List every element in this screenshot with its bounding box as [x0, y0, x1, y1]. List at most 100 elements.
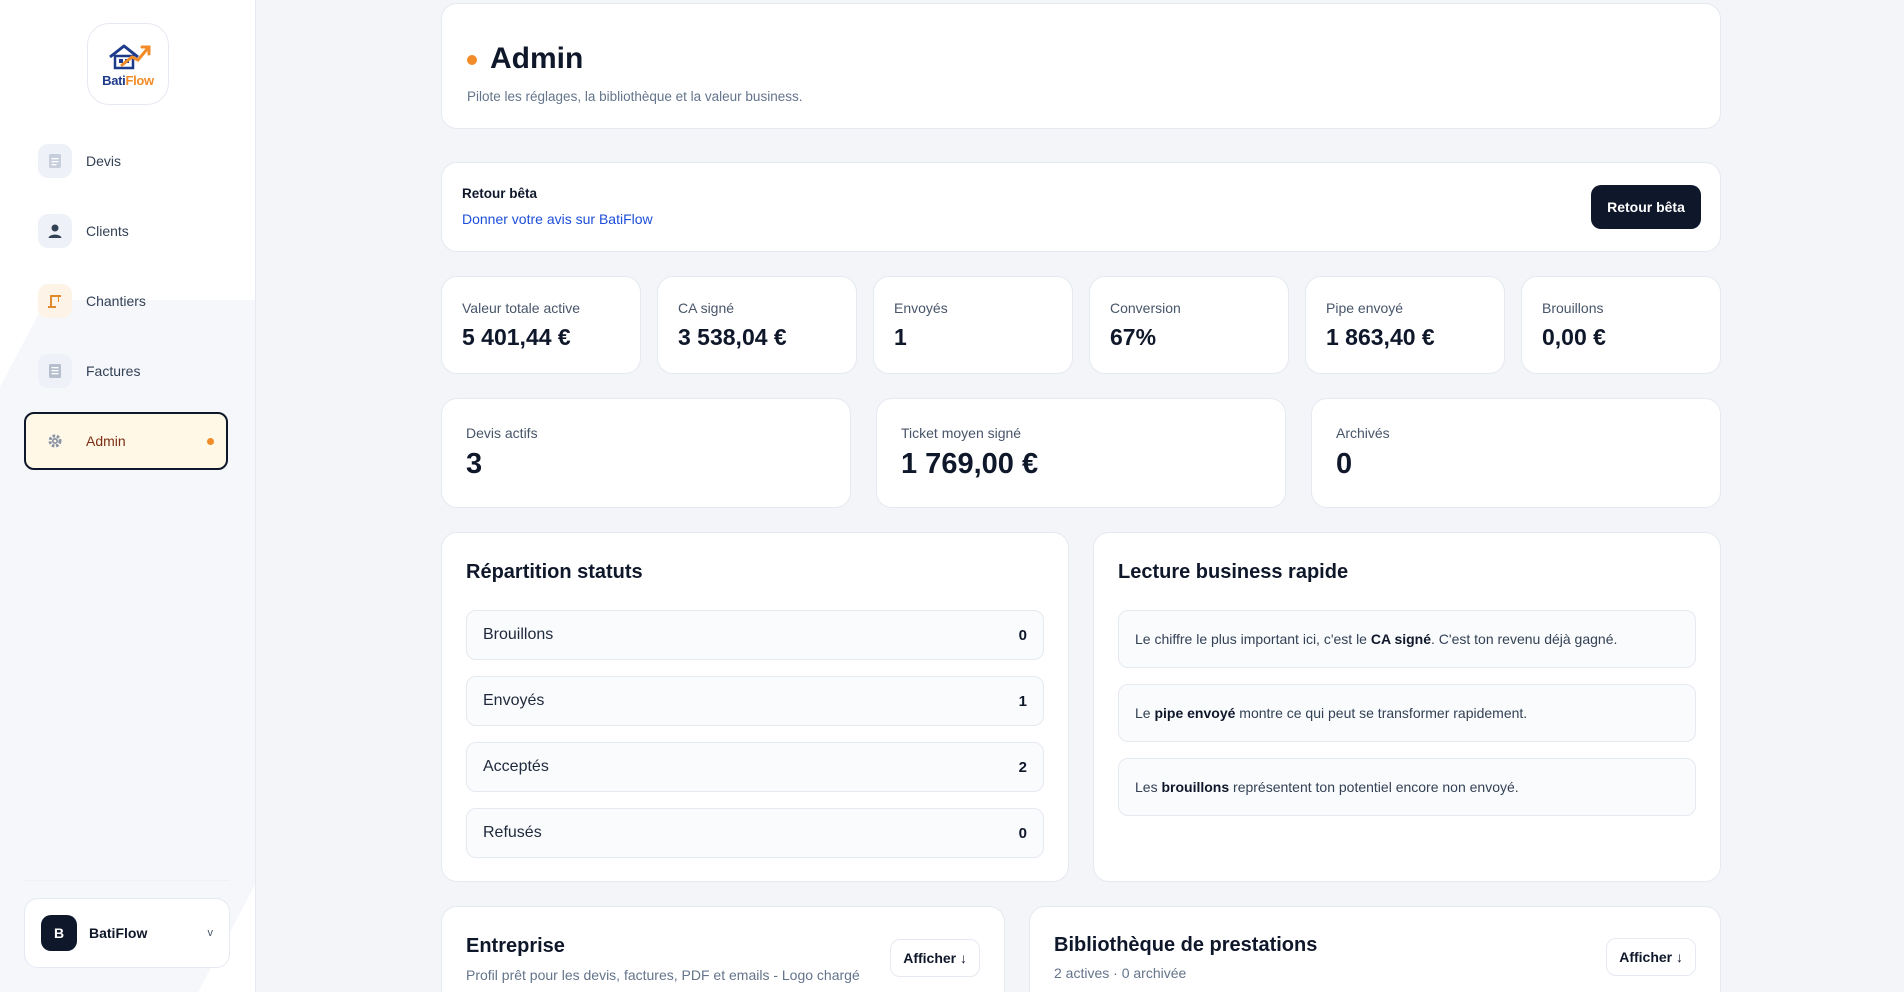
active-indicator-dot: [207, 438, 214, 445]
status-count: 0: [1018, 824, 1027, 842]
sidebar-item-admin[interactable]: Admin: [24, 412, 228, 470]
insight-highlight: brouillons: [1161, 779, 1230, 795]
kpi-label: Pipe envoyé: [1326, 300, 1404, 316]
kpi-label: Valeur totale active: [462, 300, 581, 316]
kpi-label: Brouillons: [1542, 300, 1604, 316]
invoice-icon: [38, 354, 72, 388]
sidebar-item-label: Devis: [86, 153, 122, 169]
avatar: B: [41, 915, 77, 951]
kpi-value: 1 769,00 €: [901, 448, 1039, 480]
house-chart-icon: [109, 44, 151, 69]
kpi-label: Devis actifs: [466, 425, 538, 441]
kpi-card-archives: Archivés 0: [1311, 398, 1721, 508]
entreprise-card: Entreprise Profil prêt pour les devis, f…: [441, 906, 1005, 992]
insight-text-part: Le chiffre le plus important ici, c'est …: [1135, 631, 1371, 647]
workspace-name: BatiFlow: [89, 925, 148, 941]
panel-title: Lecture business rapide: [1118, 561, 1349, 583]
logo-text-flow: Flow: [125, 72, 154, 88]
kpi-card-conversion: Conversion 67%: [1089, 276, 1289, 374]
kpi-value: 1: [894, 324, 907, 350]
kpi-card-brouillons: Brouillons 0,00 €: [1521, 276, 1721, 374]
insight-text-part: Le: [1135, 705, 1155, 721]
kpi-label: Archivés: [1336, 425, 1390, 441]
document-icon: [38, 144, 72, 178]
sidebar-item-label: Factures: [86, 363, 141, 379]
page-header: Admin Pilote les réglages, la bibliothèq…: [441, 3, 1721, 129]
sidebar-item-clients[interactable]: Clients: [24, 202, 228, 260]
insight-text-part: . C'est ton revenu déjà gagné.: [1431, 631, 1618, 647]
sidebar-item-devis[interactable]: Devis: [24, 132, 228, 190]
beta-title: Retour bêta: [462, 186, 538, 201]
business-insight-row: Le pipe envoyé montre ce qui peut se tra…: [1118, 684, 1696, 742]
kpi-card-ticket-moyen: Ticket moyen signé 1 769,00 €: [876, 398, 1286, 508]
beta-feedback-button[interactable]: Retour bêta: [1591, 185, 1701, 229]
insight-text-part: montre ce qui peut se transformer rapide…: [1235, 705, 1528, 721]
kpi-value: 67%: [1110, 324, 1157, 350]
entreprise-subtitle: Profil prêt pour les devis, factures, PD…: [466, 967, 860, 983]
kpi-label: Envoyés: [894, 300, 948, 316]
sidebar-item-factures[interactable]: Factures: [24, 342, 228, 400]
kpi-value: 0,00 €: [1542, 324, 1606, 350]
chevron-down-icon: v: [207, 927, 214, 939]
sidebar-item-chantiers[interactable]: Chantiers: [24, 272, 228, 330]
status-name: Refusés: [483, 824, 542, 841]
kpi-card-pipe-envoye: Pipe envoyé 1 863,40 €: [1305, 276, 1505, 374]
kpi-card-ca-signe: CA signé 3 538,04 €: [657, 276, 857, 374]
beta-feedback-link[interactable]: Donner votre avis sur BatiFlow: [462, 211, 653, 227]
kpi-value: 3 538,04 €: [678, 324, 787, 350]
gear-icon: [38, 424, 72, 458]
status-count: 0: [1018, 626, 1027, 644]
sidebar-nav: Devis Clients Chantiers Factures Admin: [24, 132, 228, 482]
app-logo[interactable]: BatiFlow: [87, 23, 169, 105]
status-row-acceptes: Acceptés 2: [466, 742, 1044, 792]
panel-title: Répartition statuts: [466, 561, 643, 583]
insight-text-part: représentent ton potentiel encore non en…: [1229, 779, 1519, 795]
status-name: Brouillons: [483, 626, 554, 643]
kpi-value: 1 863,40 €: [1326, 324, 1435, 350]
sidebar-divider: [24, 880, 230, 881]
insight-text-part: Les: [1135, 779, 1162, 795]
status-name: Acceptés: [483, 758, 549, 775]
kpi-card-envoyes: Envoyés 1: [873, 276, 1073, 374]
page-subtitle: Pilote les réglages, la bibliothèque et …: [467, 89, 803, 104]
sidebar-item-label: Chantiers: [86, 293, 146, 309]
workspace-switcher[interactable]: B BatiFlow v: [24, 898, 230, 968]
panel-title: Entreprise: [466, 935, 565, 957]
entreprise-show-button[interactable]: Afficher ↓: [890, 939, 980, 977]
insight-text: Le chiffre le plus important ici, c'est …: [1135, 631, 1617, 647]
status-row-envoyes: Envoyés 1: [466, 676, 1044, 726]
status-breakdown-panel: Répartition statuts Brouillons 0 Envoyés…: [441, 532, 1069, 882]
beta-feedback-card: Retour bêta Donner votre avis sur BatiFl…: [441, 162, 1721, 252]
panel-title: Bibliothèque de prestations: [1054, 934, 1318, 956]
bibliotheque-subtitle: 2 actives · 0 archivée: [1054, 965, 1187, 981]
status-count: 1: [1018, 692, 1027, 710]
bibliotheque-card: Bibliothèque de prestations 2 actives · …: [1029, 906, 1721, 992]
insight-highlight: pipe envoyé: [1154, 705, 1236, 721]
status-row-refuses: Refusés 0: [466, 808, 1044, 858]
kpi-value: 0: [1336, 448, 1353, 480]
business-insight-panel: Lecture business rapide Le chiffre le pl…: [1093, 532, 1721, 882]
status-row-brouillons: Brouillons 0: [466, 610, 1044, 660]
business-insight-row: Le chiffre le plus important ici, c'est …: [1118, 610, 1696, 668]
kpi-value: 5 401,44 €: [462, 324, 571, 350]
kpi-label: Conversion: [1110, 300, 1181, 316]
logo-text-bati: Bati: [102, 72, 126, 88]
insight-text: Les brouillons représentent ton potentie…: [1135, 779, 1519, 795]
user-icon: [38, 214, 72, 248]
sidebar-item-label: Clients: [86, 223, 129, 239]
kpi-card-devis-actifs: Devis actifs 3: [441, 398, 851, 508]
kpi-label: CA signé: [678, 300, 735, 316]
sidebar-item-label: Admin: [86, 433, 126, 449]
bibliotheque-show-button[interactable]: Afficher ↓: [1606, 938, 1696, 976]
sidebar: BatiFlow Devis Clients Chantiers Facture…: [0, 0, 256, 992]
kpi-label: Ticket moyen signé: [901, 425, 1022, 441]
business-insight-row: Les brouillons représentent ton potentie…: [1118, 758, 1696, 816]
crane-icon: [38, 284, 72, 318]
insight-text: Le pipe envoyé montre ce qui peut se tra…: [1135, 705, 1527, 721]
kpi-card-valeur-totale: Valeur totale active 5 401,44 €: [441, 276, 641, 374]
page-title: Admin: [490, 42, 584, 75]
kpi-value: 3: [466, 448, 483, 480]
insight-highlight: CA signé: [1370, 631, 1432, 647]
status-name: Envoyés: [483, 692, 545, 709]
logo-text: BatiFlow: [102, 73, 154, 88]
